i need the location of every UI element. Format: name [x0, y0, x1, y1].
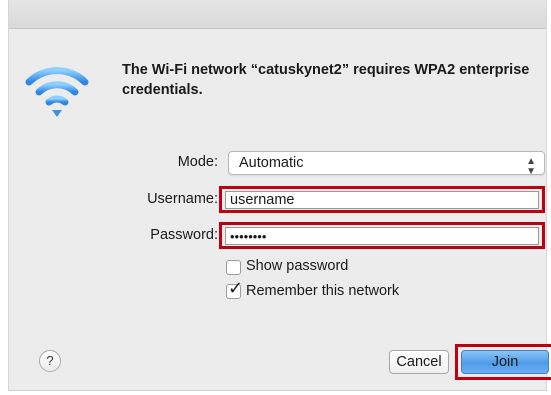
show-password-label[interactable]: Show password — [246, 258, 348, 274]
username-field[interactable]: username — [225, 191, 539, 209]
password-field[interactable]: •••••••• — [225, 227, 539, 245]
help-button[interactable]: ? — [39, 350, 61, 372]
username-label: Username: — [147, 191, 218, 207]
mode-label: Mode: — [177, 154, 218, 170]
wifi-credentials-dialog: The Wi-Fi network “catuskynet2” requires… — [8, 0, 551, 391]
dialog-titlebar[interactable] — [9, 0, 546, 29]
remember-network-checkbox[interactable]: ✓ — [226, 279, 243, 299]
username-field-value: username — [230, 192, 295, 208]
show-password-checkbox[interactable] — [226, 260, 241, 275]
cancel-button[interactable]: Cancel — [389, 350, 449, 374]
password-field-value: •••••••• — [230, 229, 267, 244]
remember-network-label[interactable]: Remember this network — [246, 283, 399, 299]
mode-select-value: Automatic — [239, 155, 304, 171]
join-button[interactable]: Join — [461, 350, 549, 374]
wifi-icon — [25, 67, 89, 117]
up-down-chevron-icon: ▲ ▼ — [526, 156, 536, 177]
dialog-message: The Wi-Fi network “catuskynet2” requires… — [122, 62, 530, 98]
checkmark-icon: ✓ — [228, 278, 244, 298]
mode-select[interactable]: Automatic ▲ ▼ — [228, 151, 545, 177]
password-label: Password: — [150, 227, 218, 243]
